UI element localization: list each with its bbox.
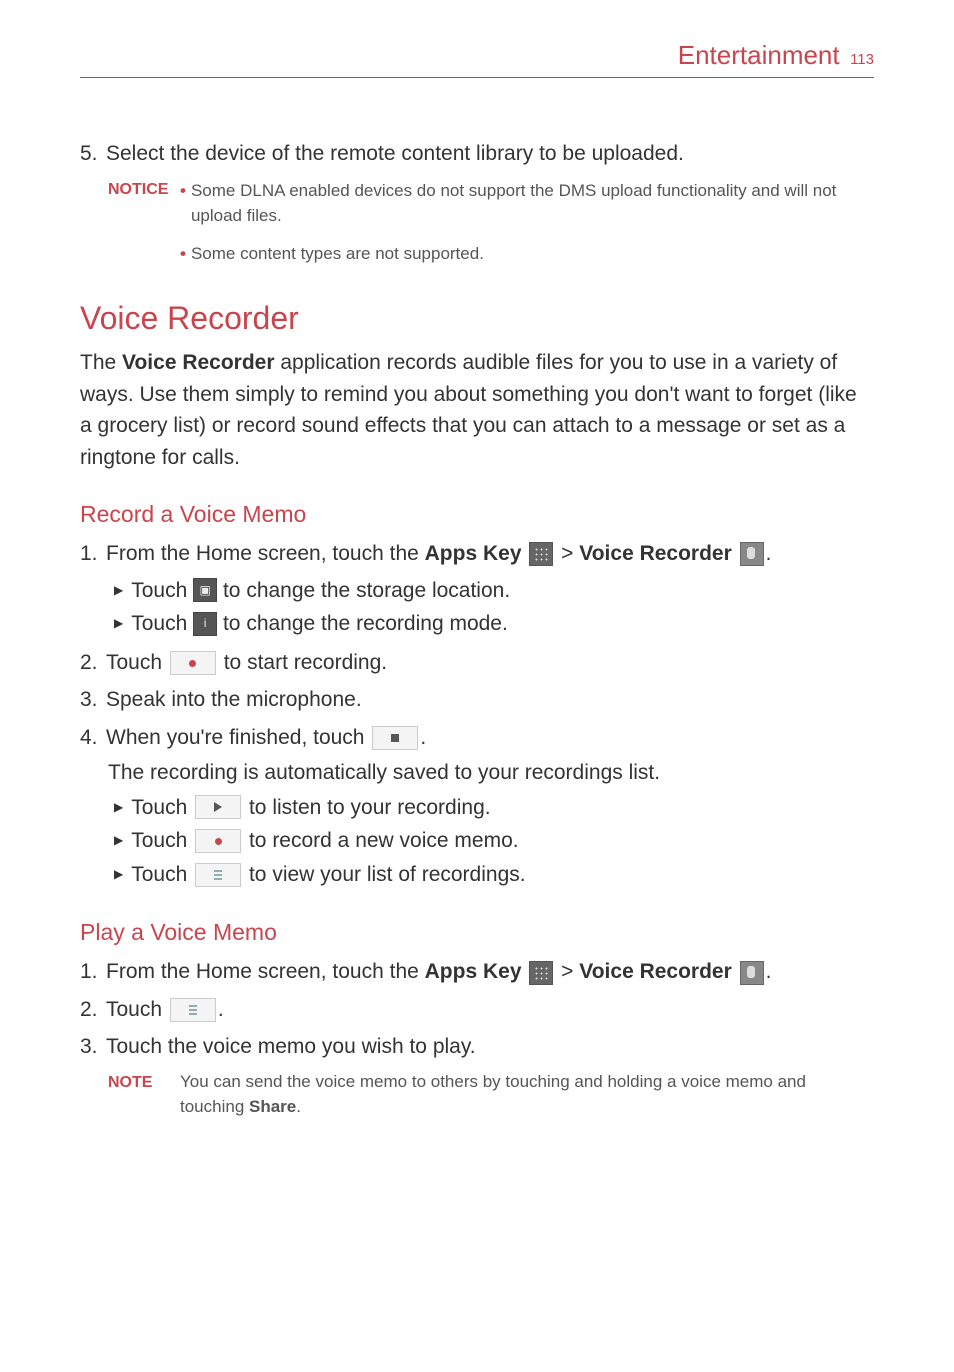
text: Touch [131,824,187,858]
triangle-icon: ▶ [114,614,123,633]
play-button-icon [195,795,241,819]
play-step-2: 2. Touch . [80,994,874,1026]
step-body: Touch to start recording. [106,647,874,679]
step-text: Touch the voice memo you wish to play. [106,1031,874,1063]
bullet-icon: • [180,178,186,229]
text: When you're finished, touch [106,726,370,749]
text: . [766,542,772,565]
header-page-number: 113 [850,51,874,68]
record-step-4-sub-1: ▶ Touch to listen to your recording. [114,791,874,825]
record-step-1-sub-2: ▶ Touch i to change the recording mode. [114,607,874,641]
list-button-icon [195,863,241,887]
step-body: From the Home screen, touch the Apps Key… [106,956,874,988]
voice-recorder-icon [740,542,764,566]
stop-button-icon [372,726,418,750]
play-step-1: 1. From the Home screen, touch the Apps … [80,956,874,988]
voice-recorder-icon [740,961,764,985]
step-body: Touch . [106,994,874,1026]
triangle-icon: ▶ [114,865,123,884]
step-number: 1. [80,538,106,570]
text: From the Home screen, touch the [106,960,425,983]
triangle-icon: ▶ [114,798,123,817]
text: to listen to your recording. [249,791,491,825]
notice-text: Some content types are not supported. [191,241,484,267]
text: . [420,726,426,749]
apps-key-label: Apps Key [425,542,522,565]
section-title-voice-recorder: Voice Recorder [80,300,874,337]
record-step-4-sub-2: ▶ Touch to record a new voice memo. [114,824,874,858]
voice-recorder-label: Voice Recorder [579,542,732,565]
record-step-1: 1. From the Home screen, touch the Apps … [80,538,874,570]
record-button-icon [195,829,241,853]
voice-recorder-label: Voice Recorder [579,960,732,983]
header-section-title: Entertainment [678,40,840,70]
triangle-icon: ▶ [114,831,123,850]
play-step-3: 3. Touch the voice memo you wish to play… [80,1031,874,1063]
text: to start recording. [224,651,387,674]
text: to view your list of recordings. [249,858,526,892]
step-text: Speak into the microphone. [106,684,874,716]
record-step-3: 3. Speak into the microphone. [80,684,874,716]
storage-icon: ▣ [193,578,217,602]
note-bold: Share [249,1097,296,1116]
note-body: You can send the voice memo to others by… [180,1069,874,1120]
apps-key-icon [529,542,553,566]
notice-block: NOTICE • Some DLNA enabled devices do no… [108,176,874,267]
text: . [766,960,772,983]
notice-item-2: • Some content types are not supported. [180,241,874,267]
record-step-2: 2. Touch to start recording. [80,647,874,679]
step-number: 2. [80,647,106,679]
notice-body: • Some DLNA enabled devices do not suppo… [180,176,874,267]
text: Touch [131,574,187,608]
text: to record a new voice memo. [249,824,519,858]
apps-key-icon [529,961,553,985]
text: . [218,998,224,1021]
record-step-4-continuation: The recording is automatically saved to … [108,757,874,789]
notice-text: Some DLNA enabled devices do not support… [191,178,874,229]
intro-prefix: The [80,351,122,374]
page-header: Entertainment 113 [80,40,874,78]
apps-key-label: Apps Key [425,960,522,983]
step-body: From the Home screen, touch the Apps Key… [106,538,874,570]
list-button-icon [170,998,216,1022]
record-step-4-sub-3: ▶ Touch to view your list of recordings. [114,858,874,892]
text: Touch [106,651,168,674]
step-number: 1. [80,956,106,988]
notice-label: NOTICE [108,176,180,267]
step-number: 3. [80,1031,106,1063]
text: Touch [106,998,168,1021]
triangle-icon: ▶ [114,581,123,600]
text: From the Home screen, touch the [106,542,425,565]
step-number: 3. [80,684,106,716]
intro-paragraph: The Voice Recorder application records a… [80,347,874,473]
intro-bold: Voice Recorder [122,351,275,374]
text: > [555,542,579,565]
subheading-record: Record a Voice Memo [80,501,874,528]
note-text: . [296,1097,301,1116]
mode-info-icon: i [193,612,217,636]
subheading-play: Play a Voice Memo [80,919,874,946]
text: to change the storage location. [223,574,510,608]
step-body: When you're finished, touch . [106,722,874,754]
step-5: 5. Select the device of the remote conte… [80,138,874,170]
step-number: 5. [80,138,106,170]
record-button-icon [170,651,216,675]
record-step-4: 4. When you're finished, touch . [80,722,874,754]
notice-item-1: • Some DLNA enabled devices do not suppo… [180,178,874,229]
note-block: NOTE You can send the voice memo to othe… [108,1069,874,1120]
text: > [555,960,579,983]
document-page: Entertainment 113 5. Select the device o… [0,0,954,1162]
text: Touch [131,607,187,641]
step-number: 4. [80,722,106,754]
text: Touch [131,858,187,892]
step-text: Select the device of the remote content … [106,138,874,170]
note-label: NOTE [108,1069,180,1120]
bullet-icon: • [180,241,186,267]
text: to change the recording mode. [223,607,508,641]
record-step-1-sub-1: ▶ Touch ▣ to change the storage location… [114,574,874,608]
step-number: 2. [80,994,106,1026]
text: Touch [131,791,187,825]
